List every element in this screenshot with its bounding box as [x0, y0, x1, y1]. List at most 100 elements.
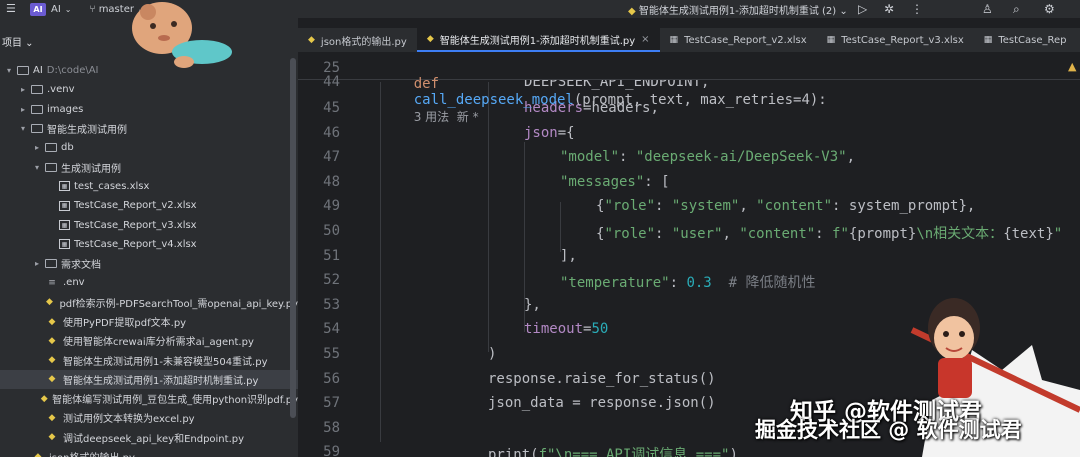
warning-icon[interactable]: ▲: [1068, 60, 1076, 73]
code-line: "messages": [: [560, 174, 670, 190]
tree-item[interactable]: ◆ 测试用例文本转换为excel.py: [0, 408, 298, 427]
tree-item[interactable]: ◆ json格式的输出.py: [0, 447, 298, 457]
code-token: :: [619, 149, 636, 166]
tree-item[interactable]: ▸ 需求文档: [0, 254, 298, 273]
code-line: "temperature": 0.3 # 降低随机性: [560, 272, 815, 292]
spreadsheet-icon: ▦: [826, 35, 836, 45]
code-token: :: [655, 198, 672, 215]
def-keyword: def: [413, 76, 440, 92]
line-number: 57: [323, 395, 340, 412]
tree-item[interactable]: ▦ test_cases.xlsx: [0, 177, 298, 196]
code-line: {"role": "system", "content": system_pro…: [596, 198, 975, 214]
tree-item[interactable]: ≡ .env: [0, 273, 298, 292]
chevron-right-icon[interactable]: ▸: [32, 259, 42, 268]
line-number: 46: [323, 124, 340, 141]
code-token: {text}: [1003, 226, 1054, 242]
tree-item[interactable]: ◆ 调试deepseek_api_key和Endpoint.py: [0, 428, 298, 447]
line-number: 51: [323, 247, 340, 264]
user-icon[interactable]: ♙: [982, 2, 993, 16]
tree-item-label: images: [47, 103, 84, 115]
code-token: "role": [604, 226, 656, 242]
python-file-icon: ◆: [48, 374, 56, 385]
sidebar-scrollbar[interactable]: [290, 58, 296, 418]
tree-item-label: json格式的输出.py: [49, 449, 135, 457]
tree-item[interactable]: ◆ 使用PyPDF提取pdf文本.py: [0, 312, 298, 331]
line-number: 58: [323, 419, 340, 436]
chevron-down-icon[interactable]: ▾: [18, 124, 28, 133]
line-number: 44: [323, 74, 340, 90]
chevron-down-icon[interactable]: ▾: [4, 66, 14, 75]
line-number: 59: [323, 444, 340, 457]
folder-icon: [45, 143, 57, 153]
code-token: 50: [591, 321, 609, 338]
line-number: 56: [323, 370, 340, 387]
python-file-icon: ◆: [48, 335, 56, 346]
tree-item[interactable]: ▾ 智能生成测试用例: [0, 119, 298, 138]
line-number: 49: [323, 198, 340, 215]
project-logo: AI: [30, 2, 46, 16]
editor-tab[interactable]: ◆ json格式的输出.py: [298, 28, 417, 52]
chevron-down-icon[interactable]: ▾: [32, 163, 42, 172]
code-token: :: [655, 226, 672, 242]
spreadsheet-icon: ▦: [983, 35, 993, 45]
sticky-scroll-header[interactable]: 25 def call_deepseek_model(prompt, text,…: [298, 58, 1080, 124]
code-token: 0.3: [686, 275, 712, 292]
code-token: print(: [488, 447, 539, 457]
chevron-right-icon[interactable]: ▸: [18, 105, 28, 114]
settings-icon[interactable]: ⚙: [1044, 2, 1055, 16]
editor-tab[interactable]: ▦ TestCase_Rep: [974, 28, 1077, 52]
editor-tab[interactable]: ◆ 智能体生成测试用例1-添加超时机制重试.py ×: [416, 28, 660, 52]
editor-tab[interactable]: ▦ TestCase_Report_v3.xlsx: [817, 28, 974, 52]
run-icon[interactable]: ▷: [858, 2, 867, 16]
usage-hint[interactable]: 3 用法 新 *: [414, 110, 479, 124]
tree-item[interactable]: ▦ TestCase_Report_v3.xlsx: [0, 215, 298, 234]
editor-tabs: ◆ json格式的输出.py ◆ 智能体生成测试用例1-添加超时机制重试.py × ▦ Te…: [298, 28, 1080, 52]
spreadsheet-icon: ▦: [59, 200, 70, 211]
code-token: "content": [756, 198, 833, 215]
tree-item[interactable]: ▸ .venv: [0, 80, 298, 99]
tree-item[interactable]: ▸ images: [0, 100, 298, 119]
search-icon[interactable]: ⌕: [1013, 2, 1020, 17]
code-line: ): [488, 346, 496, 362]
more-icon[interactable]: ⋮: [911, 2, 923, 16]
tree-item-label: 智能体编写测试用例_豆包生成_使用python识别pdf.py: [52, 395, 298, 407]
line-number: 53: [323, 296, 340, 313]
code-token: ,: [722, 226, 740, 242]
hamburger-icon[interactable]: ☰: [6, 2, 16, 15]
close-icon[interactable]: ×: [641, 34, 649, 45]
tree-item-label: .venv: [47, 84, 75, 96]
code-token: ): [488, 346, 497, 362]
project-switcher[interactable]: AI: [51, 4, 61, 15]
tree-item-label: AI: [33, 65, 43, 77]
tree-item-label: 生成测试用例: [61, 163, 121, 175]
code-line: timeout=50: [524, 321, 608, 337]
tree-item[interactable]: ▾ 生成测试用例: [0, 157, 298, 176]
chevron-right-icon[interactable]: ▸: [32, 143, 42, 152]
tab-label: TestCase_Rep: [998, 34, 1067, 46]
tree-item[interactable]: ▦ TestCase_Report_v2.xlsx: [0, 196, 298, 215]
tab-label: json格式的输出.py: [320, 36, 407, 48]
code-token: "messages": [560, 173, 645, 190]
project-panel-header[interactable]: 项目 ⌄: [2, 34, 34, 49]
tree-item[interactable]: ◆ 智能体生成测试用例1-未兼容模型504重试.py: [0, 350, 298, 369]
code-token: response.raise_for_status(): [488, 370, 716, 387]
spreadsheet-icon: ▦: [669, 35, 679, 45]
line-number: 55: [323, 346, 340, 362]
tree-item[interactable]: ◆ 智能体生成测试用例1-添加超时机制重试.py: [0, 369, 298, 390]
tree-item[interactable]: ◆ 智能体编写测试用例_豆包生成_使用python识别pdf.py: [0, 389, 298, 408]
folder-icon: [45, 259, 57, 269]
tree-item[interactable]: ◆ pdf检索示例-PDFSearchTool_需openai_api_key.p…: [0, 293, 298, 312]
editor-tab[interactable]: ▦ TestCase_Report_v2.xlsx: [660, 28, 817, 52]
tree-item-label: db: [61, 142, 74, 154]
chevron-right-icon[interactable]: ▸: [18, 85, 28, 94]
code-token: :: [815, 226, 833, 242]
tree-item[interactable]: ▦ TestCase_Report_v4.xlsx: [0, 235, 298, 254]
tree-item[interactable]: ◆ 使用智能体crewai库分析需求ai_agent.py: [0, 331, 298, 350]
code-token: "system": [671, 198, 740, 215]
code-token: "user": [671, 226, 723, 242]
run-config-selector[interactable]: ◆ 智能体生成测试用例1-添加超时机制重试 (2) ⌄: [628, 2, 848, 17]
debug-icon[interactable]: ✲: [884, 2, 894, 16]
code-token: "deepseek-ai/DeepSeek-V3": [635, 149, 847, 166]
tree-item[interactable]: ▸ db: [0, 138, 298, 157]
code-token: :: [669, 275, 687, 292]
